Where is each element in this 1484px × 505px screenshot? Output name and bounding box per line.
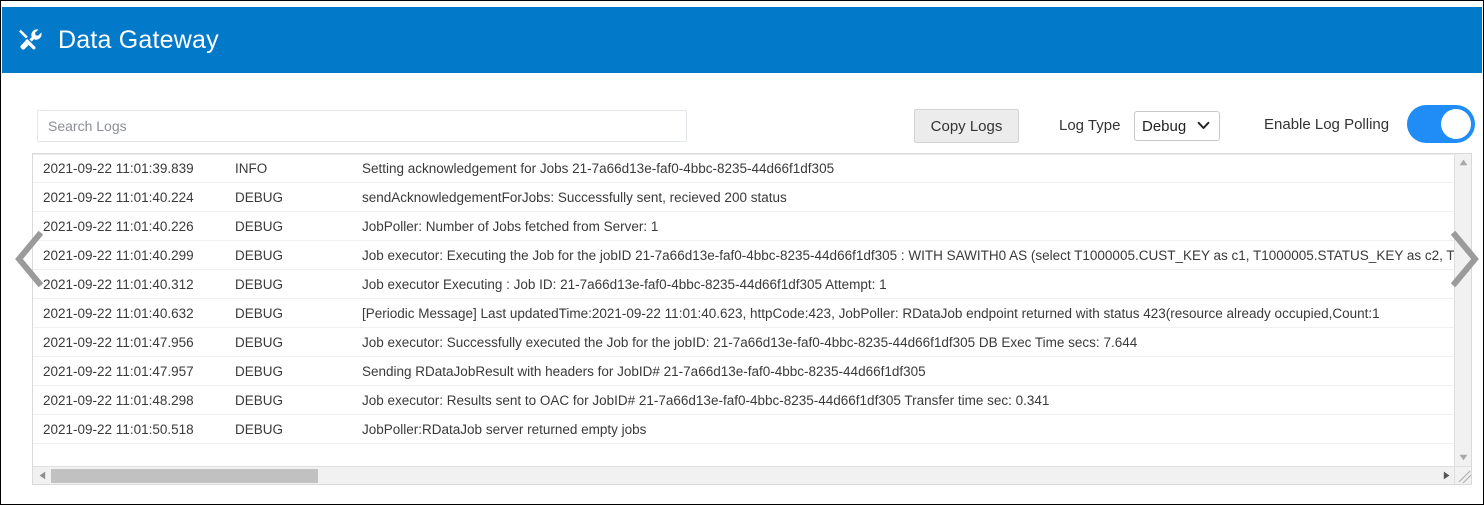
scroll-right-button[interactable] <box>1437 467 1455 485</box>
log-type-select[interactable]: Debug <box>1134 111 1220 141</box>
enable-log-polling-label: Enable Log Polling <box>1264 116 1390 133</box>
table-row[interactable]: 2021-09-22 11:01:40.632 DEBUG [Periodic Me… <box>33 299 1455 328</box>
log-level: DEBUG <box>235 334 284 350</box>
table-row[interactable]: 2021-09-22 11:01:40.224 DEBUG sendAcknowle… <box>33 183 1455 212</box>
log-timestamp: 2021-09-22 11:01:40.226 <box>43 218 194 234</box>
scroll-left-button[interactable] <box>33 467 51 485</box>
log-type-label: Log Type <box>1059 117 1121 134</box>
scroll-up-button[interactable] <box>1455 154 1471 171</box>
triangle-down-icon <box>1459 454 1468 461</box>
tools-wrench-screwdriver-icon <box>19 29 42 50</box>
log-level: DEBUG <box>235 305 284 321</box>
horizontal-scroll-thumb[interactable] <box>51 468 318 483</box>
data-gateway-window: Data Gateway Copy Logs Log Type Debug En… <box>0 0 1484 505</box>
vertical-scrollbar[interactable] <box>1454 154 1471 466</box>
log-level: DEBUG <box>235 392 284 408</box>
log-list[interactable]: 2021-09-22 11:01:39.839 INFO Setting ackno… <box>33 154 1455 466</box>
enable-log-polling-toggle[interactable] <box>1407 105 1475 143</box>
log-timestamp: 2021-09-22 11:01:40.312 <box>43 276 194 292</box>
log-message: Job executor Executing : Job ID: 21-7a66… <box>362 276 887 292</box>
log-message: Sending RDataJobResult with headers for … <box>362 363 926 379</box>
table-row[interactable]: 2021-09-22 11:01:40.226 DEBUG JobPoller: N… <box>33 212 1455 241</box>
log-level: DEBUG <box>235 276 284 292</box>
triangle-right-icon <box>1443 471 1449 480</box>
log-timestamp: 2021-09-22 11:01:50.518 <box>43 421 194 437</box>
log-message: Setting acknowledgement for Jobs 21-7a66… <box>362 161 835 176</box>
table-row[interactable]: 2021-09-22 11:01:47.957 DEBUG Sending RDat… <box>33 357 1455 386</box>
table-row[interactable]: 2021-09-22 11:01:40.312 DEBUG Job executor… <box>33 270 1455 299</box>
table-row[interactable]: 2021-09-22 11:01:50.518 DEBUG JobPoller:RD… <box>33 415 1455 444</box>
log-message: [Periodic Message] Last updatedTime:2021… <box>362 305 1380 321</box>
log-timestamp: 2021-09-22 11:01:39.839 <box>43 161 194 176</box>
copy-logs-button[interactable]: Copy Logs <box>914 109 1019 143</box>
log-timestamp: 2021-09-22 11:01:40.632 <box>43 305 194 321</box>
log-message: Job executor: Results sent to OAC for Jo… <box>362 392 1050 408</box>
log-timestamp: 2021-09-22 11:01:47.957 <box>43 363 194 379</box>
resize-grip[interactable] <box>1454 466 1471 484</box>
log-timestamp: 2021-09-22 11:01:40.224 <box>43 189 194 205</box>
log-level: DEBUG <box>235 247 284 263</box>
log-message: JobPoller: Number of Jobs fetched from S… <box>362 218 659 234</box>
table-row[interactable]: 2021-09-22 11:01:47.956 DEBUG Job executor… <box>33 328 1455 357</box>
chevron-right-icon <box>1450 230 1479 288</box>
app-header: Data Gateway <box>2 7 1482 73</box>
chevron-left-icon <box>15 230 44 288</box>
table-row[interactable]: 2021-09-22 11:01:39.839 INFO Setting ackno… <box>33 154 1455 183</box>
log-level: DEBUG <box>235 218 284 234</box>
log-level: DEBUG <box>235 421 284 437</box>
log-message: Job executor: Successfully executed the … <box>362 334 1138 350</box>
log-message: JobPoller:RDataJob server returned empty… <box>362 421 647 437</box>
search-input[interactable] <box>37 110 687 142</box>
toggle-knob <box>1441 109 1471 139</box>
log-level: DEBUG <box>235 363 284 379</box>
next-page-chevron[interactable] <box>1447 229 1481 289</box>
table-row[interactable]: 2021-09-22 11:01:40.299 DEBUG Job executor… <box>33 241 1455 270</box>
log-level: INFO <box>235 161 268 176</box>
resize-grip-icon <box>1458 470 1471 484</box>
horizontal-scrollbar[interactable] <box>33 466 1455 484</box>
log-panel: 2021-09-22 11:01:39.839 INFO Setting ackno… <box>32 153 1472 485</box>
table-row[interactable]: 2021-09-22 11:01:48.298 DEBUG Job executor… <box>33 386 1455 415</box>
log-timestamp: 2021-09-22 11:01:48.298 <box>43 392 194 408</box>
log-message: Job executor: Executing the Job for the … <box>362 247 1455 263</box>
previous-page-chevron[interactable] <box>13 229 47 289</box>
horizontal-scroll-track[interactable] <box>51 467 1437 485</box>
log-timestamp: 2021-09-22 11:01:40.299 <box>43 247 194 263</box>
triangle-up-icon <box>1459 159 1468 166</box>
log-timestamp: 2021-09-22 11:01:47.956 <box>43 334 194 350</box>
scroll-down-button[interactable] <box>1455 449 1471 466</box>
triangle-left-icon <box>39 471 45 480</box>
log-level: DEBUG <box>235 189 284 205</box>
page-title: Data Gateway <box>58 25 219 54</box>
log-message: sendAcknowledgementForJobs: Successfully… <box>362 189 787 205</box>
